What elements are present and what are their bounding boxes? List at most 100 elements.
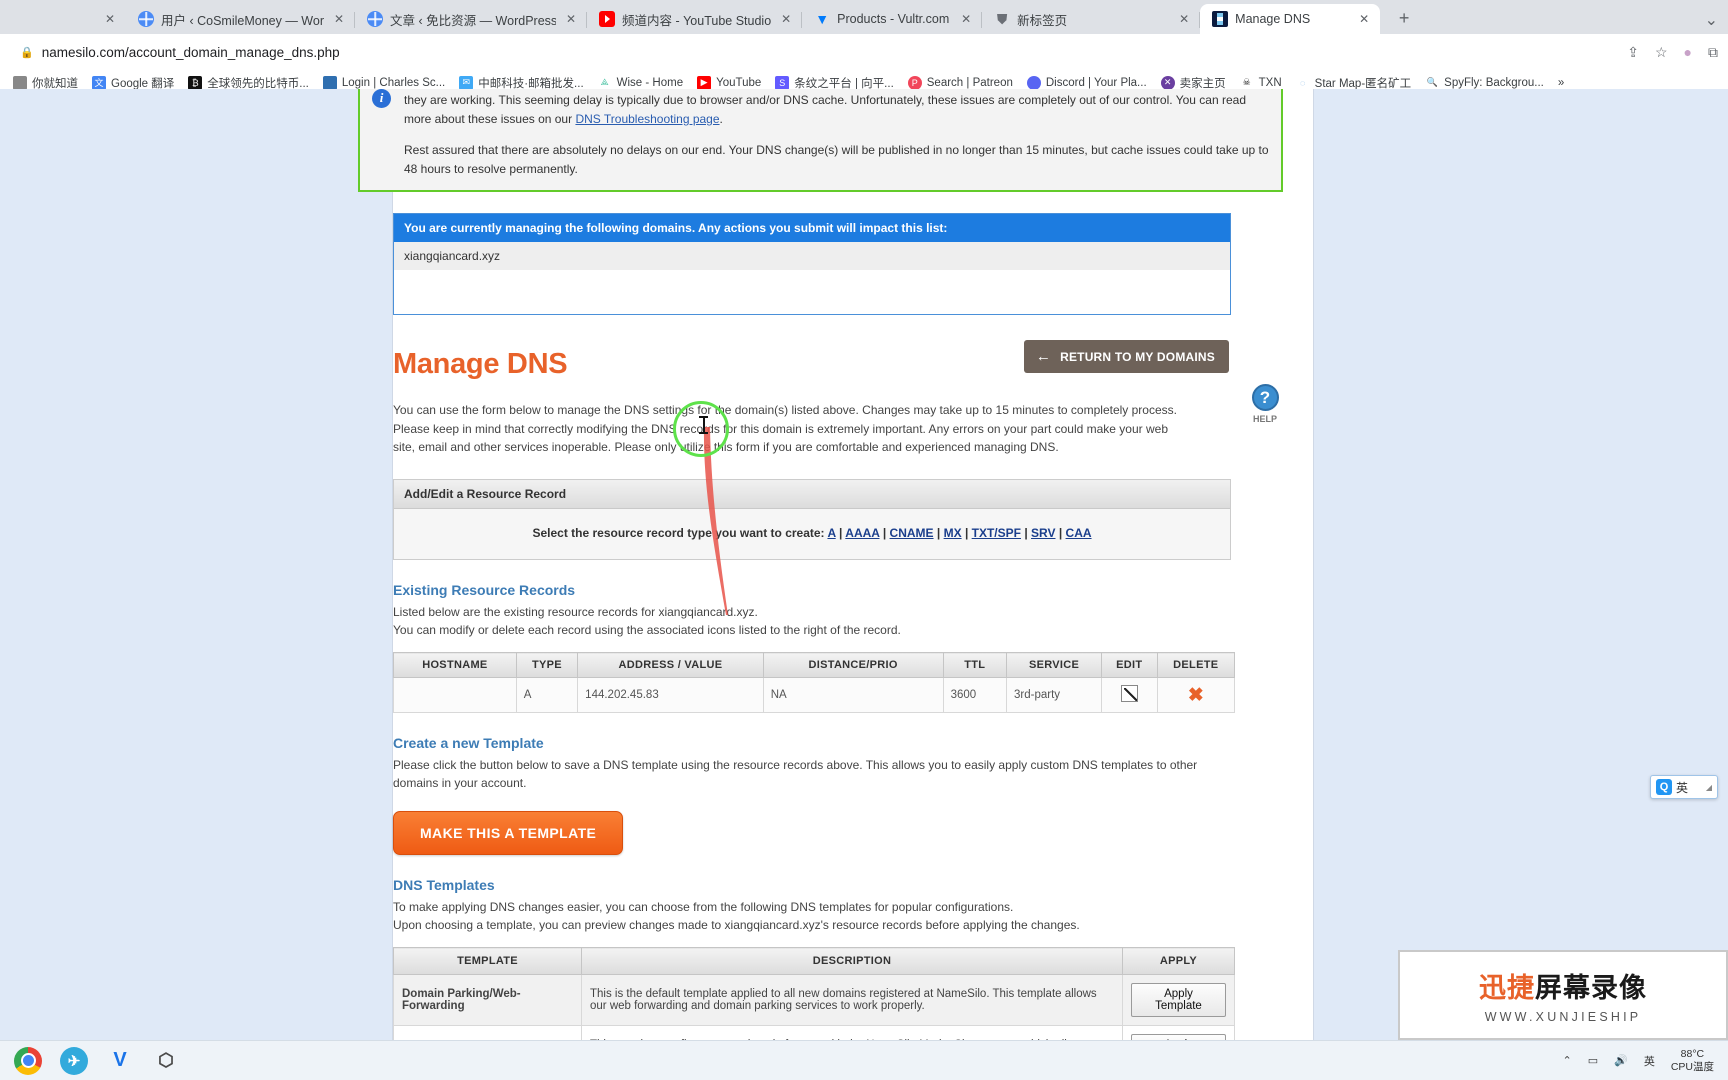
ime-en-icon[interactable]: 英 (1644, 1053, 1655, 1069)
col-apply: APPLY (1122, 947, 1235, 976)
ime-logo-icon: Q (1656, 779, 1672, 795)
browser-tab[interactable]: 用户 ‹ CoSmileMoney — Wor ✕ (126, 4, 355, 34)
chevron-down-icon[interactable]: ⌄ (1705, 10, 1718, 30)
record-type-txtspf[interactable]: TXT/SPF (972, 526, 1021, 540)
edit-pencil-icon[interactable] (1120, 685, 1138, 703)
col-template: TEMPLATE (393, 947, 582, 976)
v2ray-icon[interactable]: V (106, 1047, 134, 1075)
cell-service: 3rd-party (1005, 677, 1103, 714)
dns-templates-table: TEMPLATE DESCRIPTION APPLY Domain Parkin… (393, 947, 1235, 1040)
wise-icon: ⟁ (600, 77, 609, 87)
table-row: A 144.202.45.83 NA 3600 3rd-party ✖ (393, 677, 1236, 714)
close-icon[interactable]: ✕ (1176, 11, 1192, 27)
telegram-icon[interactable]: ✈ (60, 1046, 88, 1075)
lock-icon: 🔒 (20, 46, 34, 59)
return-button-label: RETURN TO MY DOMAINS (1060, 349, 1215, 364)
table-row: Domain Parking/Web-Forwarding This is th… (393, 974, 1235, 1027)
template-name: Domain Parking/Web-Forwarding (393, 974, 582, 1027)
browser-tab[interactable]: 频道内容 - YouTube Studio ✕ (587, 4, 803, 34)
tab-title: Products - Vultr.com (837, 12, 950, 26)
create-template-desc: Please click the button below to save a … (393, 758, 1198, 791)
youtube-icon (599, 11, 615, 27)
bookmark-label: Login | Charles Sc... (341, 76, 446, 89)
ime-expand-icon[interactable]: ◢ (1706, 783, 1712, 792)
tab-title: 文章 ‹ 免比资源 — WordPress (390, 13, 556, 28)
browser-tab[interactable]: ⛊ 新标签页 ✕ (982, 4, 1201, 34)
cell-delete[interactable]: ✖ (1156, 677, 1236, 714)
make-this-a-template-button[interactable]: MAKE THIS A TEMPLATE (393, 811, 624, 856)
bookmark-label: SpyFly: Backgrou... (1444, 76, 1544, 89)
sep: | (839, 526, 843, 541)
close-icon[interactable]: ✕ (102, 11, 118, 27)
notice-paragraph-2: Rest assured that there are absolutely n… (404, 143, 1269, 176)
bitcoin-icon: ₿ (188, 75, 203, 90)
wifi-icon[interactable]: ▭ (1588, 1054, 1598, 1067)
chevron-up-icon[interactable]: ⌃ (1563, 1054, 1572, 1067)
dns-troubleshooting-link[interactable]: DNS Troubleshooting page (575, 112, 719, 126)
browser-tab[interactable]: ✕ (6, 4, 126, 34)
record-type-cname[interactable]: CNAME (890, 526, 934, 540)
template-name: NameSilo MarketSites (393, 1025, 582, 1040)
browser-tab[interactable]: ▼ Products - Vultr.com ✕ (802, 4, 983, 34)
skull-icon: ☠ (1242, 77, 1251, 87)
help-icon: ? (1251, 384, 1279, 412)
taskbar-apps: ✈ V ⬡ (0, 1046, 180, 1075)
profile-icon[interactable]: ● (1684, 44, 1692, 60)
box-icon[interactable]: ⬡ (152, 1047, 180, 1075)
close-icon[interactable]: ✕ (1356, 11, 1372, 27)
record-type-srv[interactable]: SRV (1031, 526, 1055, 540)
close-icon[interactable]: ✕ (563, 11, 579, 27)
record-type-aaaa[interactable]: AAAA (845, 526, 879, 540)
windows-taskbar: ✈ V ⬡ ⌃ ▭ 🔊 英 88°C CPU温度 (0, 1040, 1728, 1080)
sep: | (964, 526, 969, 541)
col-distance: DISTANCE/PRIO (762, 652, 944, 679)
record-type-caa[interactable]: CAA (1066, 526, 1092, 540)
close-icon[interactable]: ✕ (958, 11, 974, 27)
tab-title: 频道内容 - YouTube Studio (622, 13, 772, 28)
apply-cell: Apply Template (1122, 974, 1235, 1027)
table-row: NameSilo MarketSites This template confi… (393, 1025, 1235, 1040)
managed-domains-header: You are currently managing the following… (394, 214, 1230, 243)
recorder-title-prefix: 迅捷 (1479, 973, 1535, 1003)
notice-paragraph-1: they are working. This seeming delay is … (404, 91, 1269, 128)
record-type-mx[interactable]: MX (944, 526, 962, 540)
col-service: SERVICE (1005, 652, 1103, 679)
bookmark-star-icon[interactable]: ☆ (1655, 44, 1668, 61)
volume-icon[interactable]: 🔊 (1614, 1054, 1628, 1067)
apply-template-button[interactable]: Apply Template (1131, 983, 1226, 1018)
bookmark-label: Discord | Your Pla... (1045, 76, 1147, 89)
record-type-a[interactable]: A (827, 526, 835, 540)
managed-domains-body (394, 270, 1230, 315)
browser-tab[interactable]: 文章 ‹ 免比资源 — WordPress ✕ (355, 4, 587, 34)
new-tab-button[interactable]: + (1390, 4, 1418, 32)
starmap-icon: ◌ (1299, 77, 1306, 88)
ime-mode-label: 英 (1676, 780, 1689, 795)
close-icon[interactable]: ✕ (778, 11, 794, 27)
share-icon[interactable]: ⇪ (1627, 44, 1639, 61)
browser-tab-active[interactable]: Manage DNS ✕ (1200, 4, 1381, 34)
cell-edit[interactable] (1101, 677, 1158, 714)
return-to-my-domains-button[interactable]: ← RETURN TO MY DOMAINS (1023, 340, 1229, 374)
notice-text-1: they are working. This seeming delay is … (404, 93, 1246, 126)
globe-icon (138, 11, 154, 27)
record-type-selector: Select the resource record type you want… (394, 509, 1230, 560)
tab-strip: ✕ 用户 ‹ CoSmileMoney — Wor ✕ 文章 ‹ 免比资源 — … (0, 0, 1728, 34)
ime-indicator[interactable]: Q 英 ◢ (1650, 775, 1718, 799)
tab-title: 新标签页 (1017, 13, 1068, 28)
table-header-row: TEMPLATE DESCRIPTION APPLY (393, 947, 1235, 976)
add-record-panel-title: Add/Edit a Resource Record (394, 480, 1230, 510)
close-icon[interactable]: ✕ (331, 11, 347, 27)
page-viewport: i they are working. This seeming delay i… (0, 89, 1728, 1040)
translate-icon: 文 (92, 75, 106, 90)
chrome-icon[interactable] (14, 1046, 42, 1075)
extensions-icon[interactable]: ⧉ (1708, 44, 1718, 61)
delete-x-icon[interactable]: ✖ (1188, 685, 1204, 706)
notice-text-1-end: . (719, 111, 723, 126)
dns-templates-desc: To make applying DNS changes easier, you… (393, 898, 1313, 934)
address-bar[interactable]: 🔒 namesilo.com/account_domain_manage_dns… (10, 39, 1617, 65)
mail-icon: ✉ (459, 75, 474, 90)
help-badge[interactable]: ? HELP (1243, 384, 1287, 424)
shield-icon: ⛊ (996, 10, 1008, 27)
globe-icon (367, 11, 383, 27)
add-edit-resource-record-panel: Add/Edit a Resource Record Select the re… (393, 479, 1231, 561)
